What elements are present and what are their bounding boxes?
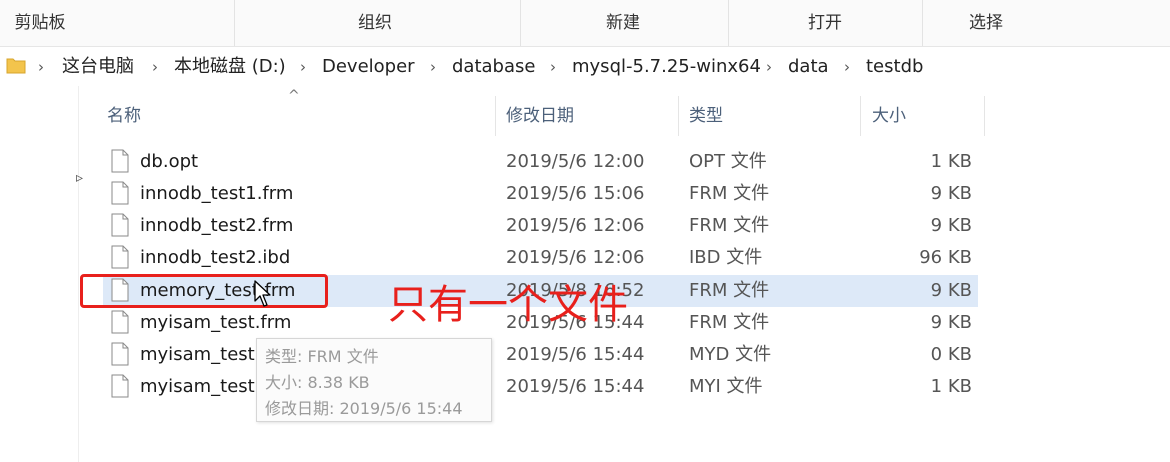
navigation-pane-divider[interactable]: [78, 86, 79, 462]
annotation-text: 只有一个文件: [388, 282, 628, 328]
file-size: 9 KB: [930, 280, 972, 301]
file-row[interactable]: myisam_test.MYD 2019/5/6 15:44 MYD 文件 0 …: [103, 339, 978, 371]
file-icon: [111, 245, 129, 269]
file-info-tooltip: 类型: FRM 文件 大小: 8.38 KB 修改日期: 2019/5/6 15…: [256, 338, 492, 422]
tooltip-type: 类型: FRM 文件: [265, 347, 379, 366]
file-name: innodb_test1.frm: [140, 183, 294, 204]
file-type: OPT 文件: [689, 151, 767, 172]
chevron-right-icon[interactable]: ›: [152, 48, 158, 86]
highlight-box: [80, 274, 328, 308]
ribbon-separator: [520, 0, 521, 46]
file-modified: 2019/5/6 12:06: [506, 247, 645, 268]
file-row[interactable]: innodb_test1.frm 2019/5/6 15:06 FRM 文件 9…: [103, 178, 978, 210]
column-separator[interactable]: [495, 96, 496, 136]
expand-arrow-icon[interactable]: ▹: [76, 170, 83, 186]
file-name: myisam_test.frm: [140, 312, 292, 333]
file-icon: [111, 213, 129, 237]
column-header-type[interactable]: 类型: [689, 96, 849, 136]
chevron-right-icon[interactable]: ›: [300, 48, 306, 86]
file-type: FRM 文件: [689, 183, 770, 204]
file-size: 96 KB: [919, 247, 972, 268]
file-row[interactable]: myisam_test.MYI 2019/5/6 15:44 MYI 文件 1 …: [103, 371, 978, 403]
breadcrumb-testdb[interactable]: testdb: [866, 48, 923, 86]
column-separator[interactable]: [860, 96, 861, 136]
file-name: innodb_test2.frm: [140, 215, 294, 236]
chevron-right-icon[interactable]: ›: [844, 48, 850, 86]
chevron-right-icon[interactable]: ›: [550, 48, 556, 86]
column-separator[interactable]: [984, 96, 985, 136]
column-header-name[interactable]: 名称: [107, 96, 487, 136]
file-modified: 2019/5/6 15:06: [506, 183, 645, 204]
breadcrumb-developer[interactable]: Developer: [322, 48, 415, 86]
file-icon: [111, 342, 129, 366]
file-size: 1 KB: [930, 376, 972, 397]
file-size: 9 KB: [930, 215, 972, 236]
file-size: 9 KB: [930, 183, 972, 204]
ribbon-group-open[interactable]: 打开: [750, 0, 900, 46]
file-size: 0 KB: [930, 344, 972, 365]
file-row[interactable]: innodb_test2.ibd 2019/5/6 12:06 IBD 文件 9…: [103, 242, 978, 274]
breadcrumb-this-pc[interactable]: 这台电脑: [62, 48, 134, 86]
ribbon-group-select[interactable]: 选择: [920, 0, 1052, 46]
file-name: innodb_test2.ibd: [140, 247, 291, 268]
chevron-right-icon[interactable]: ›: [38, 48, 44, 86]
ribbon-group-organize[interactable]: 组织: [300, 0, 450, 46]
column-separator[interactable]: [678, 96, 679, 136]
breadcrumb-mysql[interactable]: mysql-5.7.25-winx64: [572, 48, 761, 86]
ribbon-separator: [234, 0, 235, 46]
file-row[interactable]: db.opt 2019/5/6 12:00 OPT 文件 1 KB: [103, 146, 978, 178]
file-icon: [111, 181, 129, 205]
tooltip-modified: 修改日期: 2019/5/6 15:44: [265, 399, 463, 418]
ribbon-group-clipboard[interactable]: 剪贴板: [0, 0, 80, 46]
file-type: MYD 文件: [689, 344, 772, 365]
ribbon-group-new[interactable]: 新建: [548, 0, 698, 46]
breadcrumb-data[interactable]: data: [788, 48, 829, 86]
mouse-cursor-icon: [254, 280, 271, 307]
file-size: 9 KB: [930, 312, 972, 333]
file-icon: [111, 310, 129, 334]
file-type: FRM 文件: [689, 280, 770, 301]
breadcrumb-local-disk[interactable]: 本地磁盘 (D:): [174, 48, 286, 86]
column-header-size[interactable]: 大小: [872, 96, 972, 136]
tooltip-size: 大小: 8.38 KB: [265, 373, 370, 392]
ribbon: 剪贴板 组织 新建 打开 选择: [0, 0, 1170, 47]
breadcrumb-database[interactable]: database: [452, 48, 535, 86]
file-name: db.opt: [140, 151, 199, 172]
file-row[interactable]: innodb_test2.frm 2019/5/6 12:06 FRM 文件 9…: [103, 210, 978, 242]
chevron-right-icon[interactable]: ›: [766, 48, 772, 86]
file-icon: [111, 149, 129, 173]
file-modified: 2019/5/6 15:44: [506, 344, 645, 365]
address-bar[interactable]: › 这台电脑 › 本地磁盘 (D:) › Developer › databas…: [0, 48, 1170, 87]
file-modified: 2019/5/6 12:00: [506, 151, 645, 172]
folder-icon: [6, 58, 26, 74]
file-icon: [111, 374, 129, 398]
file-modified: 2019/5/6 12:06: [506, 215, 645, 236]
file-modified: 2019/5/6 15:44: [506, 376, 645, 397]
file-type: FRM 文件: [689, 312, 770, 333]
chevron-right-icon[interactable]: ›: [430, 48, 436, 86]
column-header-modified[interactable]: 修改日期: [506, 96, 671, 136]
file-type: MYI 文件: [689, 376, 763, 397]
file-size: 1 KB: [930, 151, 972, 172]
file-type: FRM 文件: [689, 215, 770, 236]
ribbon-separator: [728, 0, 729, 46]
file-type: IBD 文件: [689, 247, 763, 268]
